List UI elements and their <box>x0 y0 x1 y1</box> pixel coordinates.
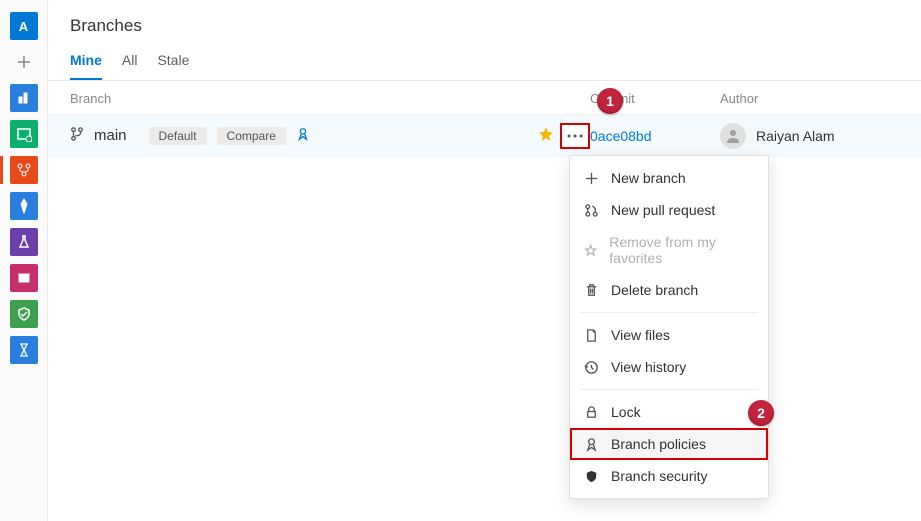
menu-separator <box>580 312 758 313</box>
nav-overview-icon[interactable] <box>10 84 38 112</box>
nav-pipelines-icon[interactable] <box>10 192 38 220</box>
menu-view-history-label: View history <box>611 359 686 375</box>
menu-separator <box>580 389 758 390</box>
tab-stale[interactable]: Stale <box>157 46 189 80</box>
menu-lock[interactable]: Lock <box>570 396 768 428</box>
menu-view-history[interactable]: View history <box>570 351 768 383</box>
menu-branch-policies[interactable]: Branch policies <box>570 428 768 460</box>
tag-default: Default <box>149 127 207 145</box>
left-nav-bar: A <box>0 0 48 521</box>
nav-artifacts-icon[interactable] <box>10 264 38 292</box>
menu-lock-label: Lock <box>611 404 641 420</box>
main-content: Branches Mine All Stale Branch Commit Au… <box>48 0 921 521</box>
menu-remove-favorite: Remove from my favorites <box>570 226 768 274</box>
shield-icon <box>584 469 599 484</box>
branch-row[interactable]: main Default Compare 0ace08bd Raiyan A <box>48 115 921 157</box>
lock-icon <box>584 405 599 420</box>
policy-badge-icon <box>584 437 599 452</box>
nav-boards-icon[interactable] <box>10 120 38 148</box>
file-icon <box>584 328 599 343</box>
menu-branch-security-label: Branch security <box>611 468 707 484</box>
author-avatar-icon <box>720 123 746 149</box>
header-author: Author <box>720 91 899 106</box>
menu-remove-favorite-label: Remove from my favorites <box>609 234 754 266</box>
tab-all[interactable]: All <box>122 46 138 80</box>
tab-mine[interactable]: Mine <box>70 46 102 80</box>
tag-compare[interactable]: Compare <box>217 127 286 145</box>
menu-new-branch-label: New branch <box>611 170 686 186</box>
annotation-2: 2 <box>748 400 774 426</box>
page-title: Branches <box>48 0 921 46</box>
branch-icon <box>70 127 84 144</box>
menu-delete-branch-label: Delete branch <box>611 282 698 298</box>
author-name: Raiyan Alam <box>756 128 835 144</box>
menu-delete-branch[interactable]: Delete branch <box>570 274 768 306</box>
nav-hourglass-icon[interactable] <box>10 336 38 364</box>
trash-icon <box>584 283 599 298</box>
nav-testplans-icon[interactable] <box>10 228 38 256</box>
project-logo[interactable]: A <box>10 12 38 40</box>
menu-view-files-label: View files <box>611 327 670 343</box>
plus-icon <box>584 171 599 186</box>
tab-bar: Mine All Stale <box>48 46 921 81</box>
add-icon[interactable] <box>10 48 38 76</box>
menu-view-files[interactable]: View files <box>570 319 768 351</box>
menu-new-pr[interactable]: New pull request <box>570 194 768 226</box>
nav-compliance-icon[interactable] <box>10 300 38 328</box>
column-headers: Branch Commit Author <box>48 81 921 115</box>
commit-link[interactable]: 0ace08bd <box>590 128 652 144</box>
header-branch: Branch <box>70 91 590 106</box>
star-outline-icon <box>584 243 597 258</box>
pull-request-icon <box>584 203 599 218</box>
branch-context-menu: New branch New pull request Remove from … <box>569 155 769 499</box>
menu-new-pr-label: New pull request <box>611 202 715 218</box>
annotation-1: 1 <box>597 88 623 114</box>
branch-name[interactable]: main <box>94 127 127 144</box>
menu-branch-policies-label: Branch policies <box>611 436 706 452</box>
history-icon <box>584 360 599 375</box>
more-options-button[interactable] <box>560 123 590 149</box>
menu-new-branch[interactable]: New branch <box>570 162 768 194</box>
menu-branch-security[interactable]: Branch security <box>570 460 768 492</box>
policy-badge-icon[interactable] <box>296 127 310 144</box>
nav-repos-icon[interactable] <box>10 156 38 184</box>
favorite-star-icon[interactable] <box>538 126 554 145</box>
